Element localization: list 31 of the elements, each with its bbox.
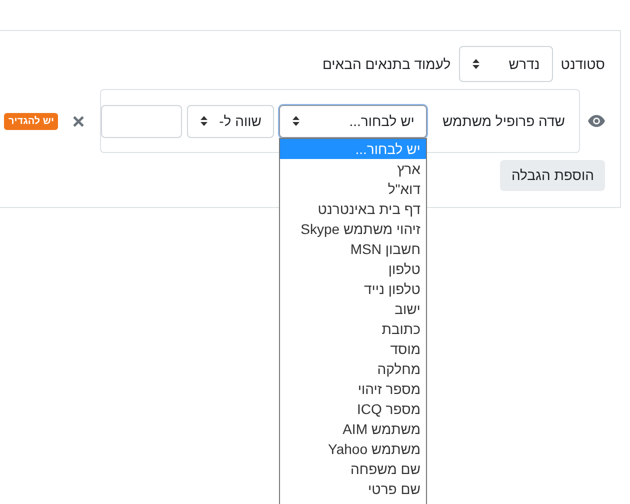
dropdown-option[interactable]: משתמש AIM xyxy=(280,418,426,438)
requirement-select[interactable]: נדרש xyxy=(458,46,553,82)
conditions-text: לעמוד בתנאים הבאים xyxy=(322,54,451,74)
profile-field-select[interactable]: יש לבחור... xyxy=(279,104,428,138)
eye-icon[interactable] xyxy=(588,115,605,127)
dropdown-option[interactable]: מספר ICQ xyxy=(280,398,426,418)
dropdown-option[interactable]: זיהוי משתמש Skype xyxy=(280,218,426,238)
dropdown-option[interactable]: מחלקה xyxy=(280,358,426,378)
close-icon[interactable] xyxy=(73,116,84,126)
dropdown-option[interactable]: טלפון נייד xyxy=(280,278,426,298)
dropdown-option[interactable]: כתובת xyxy=(280,318,426,338)
dropdown-option[interactable]: ישוב xyxy=(280,298,426,318)
caret-icon xyxy=(292,115,300,127)
dropdown-option[interactable]: מספר זיהוי xyxy=(280,378,426,398)
field-label: שדה פרופיל משתמש xyxy=(442,112,565,130)
dropdown-option[interactable]: טלפון xyxy=(280,258,426,278)
dropdown-option[interactable]: חשבון MSN xyxy=(280,238,426,258)
caret-icon xyxy=(472,58,480,70)
dropdown-option[interactable]: דוא"ל xyxy=(280,178,426,198)
operator-select[interactable]: שווה ל- xyxy=(187,104,274,138)
caret-icon xyxy=(200,115,208,127)
dropdown-option[interactable]: ארץ xyxy=(280,158,426,178)
dropdown-option[interactable]: מוסד xyxy=(280,338,426,358)
dropdown-option[interactable]: שם פרטי xyxy=(280,478,426,498)
dropdown-option[interactable]: דף בית באינטרנט xyxy=(280,198,426,218)
dropdown-option[interactable]: משתמש Yahoo xyxy=(280,438,426,458)
add-restriction-button[interactable]: הוספת הגבלה xyxy=(500,160,605,191)
required-badge: יש להגדיר xyxy=(4,112,58,130)
student-label: סטודנט xyxy=(560,54,605,74)
value-input[interactable] xyxy=(101,104,182,138)
dropdown-option[interactable]: שם משפחה xyxy=(280,458,426,478)
